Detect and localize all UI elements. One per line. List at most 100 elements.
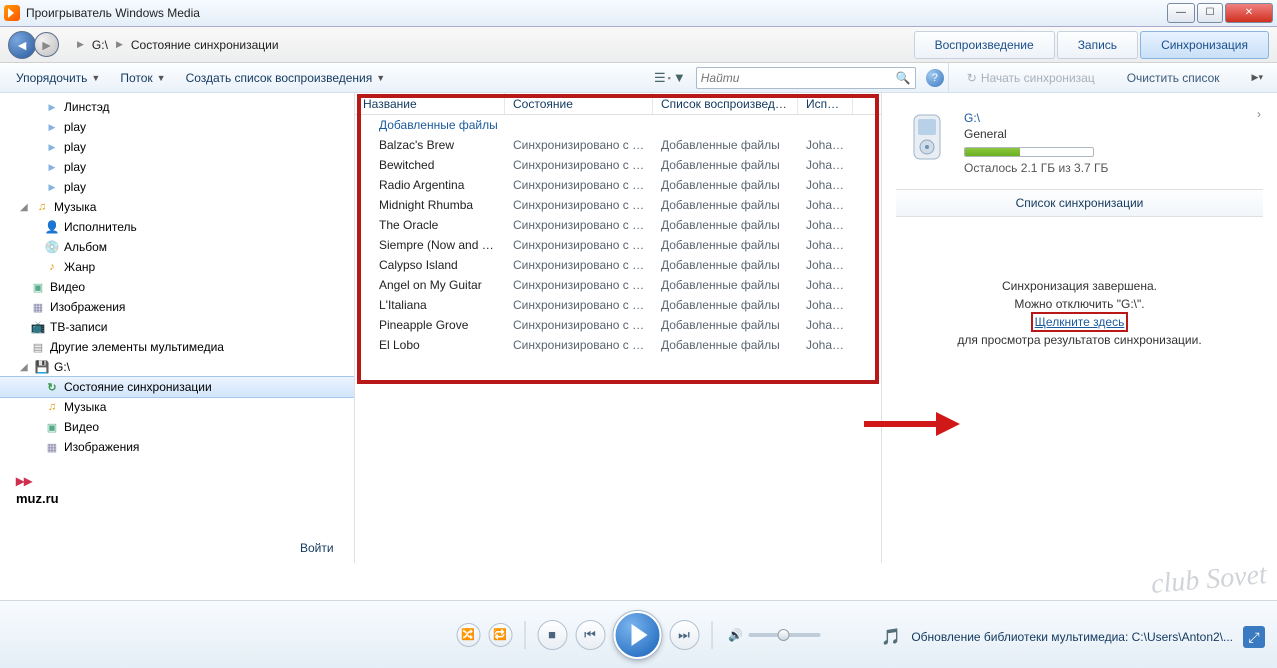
cell-artist: Johan... <box>798 237 853 253</box>
sidebar-item-tv[interactable]: ТВ-записи <box>0 317 354 337</box>
sidebar-item-video[interactable]: Видео <box>0 277 354 297</box>
list-row[interactable]: The OracleСинхронизировано с у...Добавле… <box>355 215 881 235</box>
playlist-icon <box>44 119 60 135</box>
sidebar-item-artist[interactable]: Исполнитель <box>0 217 354 237</box>
create-playlist-button[interactable]: Создать список воспроизведения ▼ <box>178 67 394 89</box>
sidebar-item-music[interactable]: ◢Музыка <box>0 197 354 217</box>
drive-icon <box>34 359 50 375</box>
device-name: General <box>964 127 1263 141</box>
cd-icon <box>44 239 60 255</box>
list-row[interactable]: Midnight RhumbaСинхронизировано с у...До… <box>355 195 881 215</box>
next-button[interactable]: ⏭ <box>669 620 699 650</box>
capacity-bar <box>964 147 1094 157</box>
switch-view-button[interactable]: ⤢ <box>1243 626 1265 648</box>
breadcrumb[interactable]: ▶ G:\ ▶ Состояние синхронизации <box>77 38 279 52</box>
stream-button[interactable]: Поток ▼ <box>112 67 173 89</box>
collapse-icon[interactable]: ◢ <box>20 202 30 213</box>
music-icon <box>34 199 50 215</box>
forward-button[interactable]: ► <box>34 32 59 57</box>
shuffle-button[interactable]: 🔀 <box>456 623 480 647</box>
column-playlist[interactable]: Список воспроизведен... <box>653 93 798 114</box>
list-row[interactable]: Calypso IslandСинхронизировано с у...Доб… <box>355 255 881 275</box>
cell-artist: Johan... <box>798 177 853 193</box>
minimize-button[interactable]: — <box>1167 3 1195 23</box>
sidebar-item-drive-video[interactable]: Видео <box>0 417 354 437</box>
sidebar-item-drive[interactable]: ◢G:\ <box>0 357 354 377</box>
list-row[interactable]: Radio ArgentinaСинхронизировано с у...До… <box>355 175 881 195</box>
chevron-right-icon: ▶ <box>77 39 84 50</box>
sidebar-item-sync-status[interactable]: Состояние синхронизации <box>0 376 355 398</box>
sidebar-item-album[interactable]: Альбом <box>0 237 354 257</box>
cell-status: Синхронизировано с у... <box>505 177 653 193</box>
maximize-button[interactable]: ☐ <box>1197 3 1223 23</box>
app-icon <box>4 5 20 21</box>
tab-sync[interactable]: Синхронизация <box>1140 31 1269 59</box>
back-button[interactable]: ◄ <box>8 31 36 59</box>
volume-slider[interactable] <box>749 633 821 637</box>
sidebar-item-playlist[interactable]: play <box>0 157 354 177</box>
list-row[interactable]: Pineapple GroveСинхронизировано с у...До… <box>355 315 881 335</box>
view-mode-button[interactable]: ☰▪ ▼ <box>654 70 686 86</box>
sync-options-button[interactable]: ▶▾ <box>1246 68 1269 87</box>
cell-status: Синхронизировано с у... <box>505 197 653 213</box>
cell-status: Синхронизировано с у... <box>505 257 653 273</box>
breadcrumb-location[interactable]: Состояние синхронизации <box>131 38 279 52</box>
column-status[interactable]: Состояние <box>505 93 653 114</box>
sidebar-item-other[interactable]: Другие элементы мультимедиа <box>0 337 354 357</box>
group-header[interactable]: Добавленные файлы <box>355 115 881 135</box>
previous-button[interactable]: ⏮ <box>575 620 605 650</box>
genre-icon <box>44 259 60 275</box>
cell-status: Синхронизировано с у... <box>505 337 653 353</box>
sidebar-item-playlist[interactable]: play <box>0 177 354 197</box>
organize-button[interactable]: Упорядочить ▼ <box>8 67 108 89</box>
list-row[interactable]: BewitchedСинхронизировано с у...Добавлен… <box>355 155 881 175</box>
muzru-logo[interactable]: ▸▸ muz.ru <box>16 471 354 506</box>
cell-artist: Johan... <box>798 157 853 173</box>
column-artist[interactable]: Испол... <box>798 93 853 114</box>
next-device-button[interactable]: › <box>1257 107 1261 121</box>
cell-playlist: Добавленные файлы <box>653 257 798 273</box>
search-field[interactable] <box>701 71 896 85</box>
help-button[interactable]: ? <box>926 69 944 87</box>
tab-record[interactable]: Запись <box>1057 31 1138 59</box>
click-here-link[interactable]: Щелкните здесь <box>1031 312 1129 332</box>
sync-status-icon <box>44 379 60 395</box>
breadcrumb-drive[interactable]: G:\ <box>92 38 108 52</box>
tab-play[interactable]: Воспроизведение <box>914 31 1055 59</box>
annotation-arrow <box>864 409 960 442</box>
sidebar-item-genre[interactable]: Жанр <box>0 257 354 277</box>
list-row[interactable]: El LoboСинхронизировано с у...Добавленны… <box>355 335 881 355</box>
search-icon[interactable]: 🔍 <box>896 71 911 85</box>
chevron-down-icon: ▼ <box>673 70 686 85</box>
sync-status-message: Синхронизация завершена. Можно отключить… <box>896 217 1263 349</box>
cell-status: Синхронизировано с у... <box>505 237 653 253</box>
library-update-icon: 🎵 <box>881 627 901 647</box>
sidebar-item-playlist[interactable]: play <box>0 137 354 157</box>
device-drive-link[interactable]: G:\ <box>964 111 1263 125</box>
sidebar-item-playlist[interactable]: play <box>0 117 354 137</box>
sidebar: Линстэд play play play play ◢Музыка Испо… <box>0 93 355 563</box>
sidebar-item-images[interactable]: Изображения <box>0 297 354 317</box>
sidebar-item-drive-images[interactable]: Изображения <box>0 437 354 457</box>
collapse-icon[interactable]: ◢ <box>20 362 30 373</box>
list-row[interactable]: Balzac's BrewСинхронизировано с у...Доба… <box>355 135 881 155</box>
column-title[interactable]: Название <box>355 93 505 114</box>
list-row[interactable]: Siempre (Now and Fore...Синхронизировано… <box>355 235 881 255</box>
login-link[interactable]: Войти <box>300 541 334 555</box>
repeat-button[interactable]: 🔁 <box>488 623 512 647</box>
image-icon <box>30 299 46 315</box>
close-button[interactable]: ✕ <box>1225 3 1273 23</box>
device-icon <box>904 111 952 169</box>
chevron-down-icon: ▼ <box>91 73 100 83</box>
volume-icon[interactable]: 🔊 <box>728 628 743 642</box>
clear-list-button[interactable]: Очистить список <box>1121 67 1226 89</box>
play-button[interactable] <box>613 611 661 659</box>
list-row[interactable]: L'ItalianaСинхронизировано с у...Добавле… <box>355 295 881 315</box>
sidebar-item-playlist[interactable]: Линстэд <box>0 97 354 117</box>
list-row[interactable]: Angel on My GuitarСинхронизировано с у..… <box>355 275 881 295</box>
sidebar-item-drive-music[interactable]: Музыка <box>0 397 354 417</box>
cell-title: Siempre (Now and Fore... <box>355 237 505 253</box>
stop-button[interactable]: ■ <box>537 620 567 650</box>
cell-title: The Oracle <box>355 217 505 233</box>
search-input[interactable]: 🔍 <box>696 67 916 89</box>
